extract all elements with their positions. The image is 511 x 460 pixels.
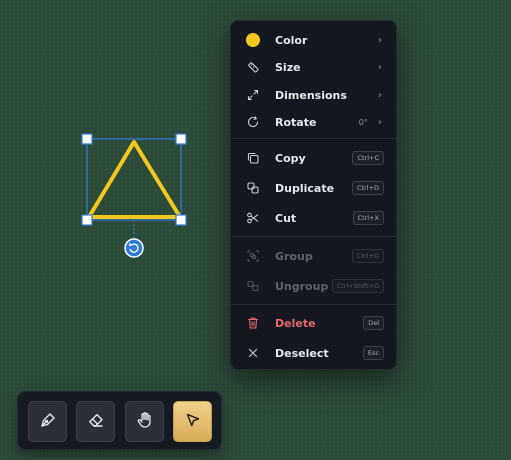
- menu-item-label: Cut: [275, 211, 297, 225]
- select-tool-button[interactable]: [173, 401, 212, 442]
- shortcut-badge: Ctrl+Shift+G: [331, 279, 384, 293]
- cursor-icon: [184, 411, 202, 433]
- copy-icon: [245, 150, 261, 166]
- resize-arrows-icon: [245, 87, 261, 103]
- rotate-handle-icon[interactable]: [124, 238, 144, 258]
- menu-item-dimensions[interactable]: Dimensions ›: [237, 81, 390, 109]
- rotate-value: 0°: [358, 117, 368, 127]
- menu-item-label: Dimensions: [275, 88, 347, 102]
- menu-item-group[interactable]: Group Ctrl+G: [237, 242, 390, 270]
- pen-tool-button[interactable]: [28, 401, 67, 442]
- pen-icon: [39, 411, 57, 433]
- chevron-right-icon: ›: [377, 61, 382, 73]
- shortcut-badge: Ctrl+G: [351, 249, 384, 263]
- color-swatch-icon: [245, 32, 261, 48]
- menu-item-color[interactable]: Color ›: [237, 26, 390, 54]
- menu-item-deselect[interactable]: Deselect Esc: [237, 339, 390, 367]
- hand-tool-button[interactable]: [125, 401, 164, 442]
- chevron-right-icon: ›: [377, 116, 382, 128]
- resize-handle-bottom-left[interactable]: [81, 214, 93, 226]
- shortcut-badge: Ctrl+X: [352, 211, 384, 225]
- triangle-shape[interactable]: [87, 140, 182, 219]
- selection-box: [86, 138, 182, 221]
- menu-item-label: Group: [275, 249, 313, 263]
- menu-item-ungroup[interactable]: Ungroup Ctrl+Shift+G: [237, 272, 390, 300]
- hand-icon: [136, 411, 154, 433]
- shortcut-badge: Ctrl+C: [352, 151, 384, 165]
- menu-item-delete[interactable]: Delete Del: [237, 309, 390, 337]
- menu-item-label: Size: [275, 60, 301, 74]
- chevron-right-icon: ›: [377, 89, 382, 101]
- menu-item-copy[interactable]: Copy Ctrl+C: [237, 144, 390, 172]
- duplicate-icon: [245, 180, 261, 196]
- shortcut-badge: Esc: [362, 346, 384, 360]
- resize-handle-top-left[interactable]: [81, 133, 93, 145]
- ruler-icon: [245, 59, 261, 75]
- chevron-right-icon: ›: [377, 34, 382, 46]
- menu-item-duplicate[interactable]: Duplicate Ctrl+D: [237, 174, 390, 202]
- menu-item-cut[interactable]: Cut Ctrl+X: [237, 204, 390, 232]
- eraser-tool-button[interactable]: [76, 401, 115, 442]
- menu-item-label: Delete: [275, 316, 316, 330]
- menu-item-label: Duplicate: [275, 181, 335, 195]
- menu-item-label: Ungroup: [275, 279, 329, 293]
- group-icon: [245, 248, 261, 264]
- menu-item-label: Color: [275, 33, 308, 47]
- resize-handle-bottom-right[interactable]: [175, 214, 187, 226]
- menu-item-rotate[interactable]: Rotate 0° ›: [237, 108, 390, 136]
- context-menu: Color › Size › Dimensions › Rotate 0° › …: [230, 20, 397, 370]
- color-swatch: [246, 33, 260, 47]
- menu-divider: [231, 236, 396, 237]
- eraser-icon: [87, 411, 105, 433]
- ungroup-icon: [245, 278, 261, 294]
- rotate-icon: [245, 114, 261, 130]
- scissors-icon: [245, 210, 261, 226]
- menu-item-size[interactable]: Size ›: [237, 53, 390, 81]
- shortcut-badge: Del: [363, 316, 384, 330]
- close-icon: [245, 345, 261, 361]
- shortcut-badge: Ctrl+D: [351, 181, 384, 195]
- menu-item-label: Deselect: [275, 346, 329, 360]
- menu-item-label: Rotate: [275, 115, 317, 129]
- trash-icon: [245, 315, 261, 331]
- menu-divider: [231, 138, 396, 139]
- bottom-toolbar: [17, 391, 222, 450]
- menu-item-label: Copy: [275, 151, 306, 165]
- menu-divider: [231, 304, 396, 305]
- resize-handle-top-right[interactable]: [175, 133, 187, 145]
